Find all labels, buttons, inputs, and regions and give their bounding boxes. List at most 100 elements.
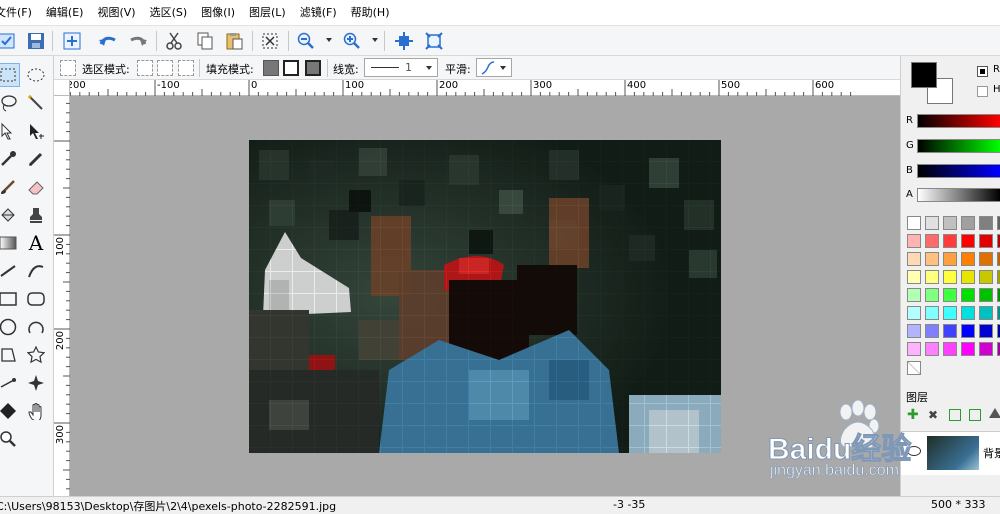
menu-item-1[interactable]: 编辑(E) — [39, 0, 91, 26]
paste-icon[interactable] — [222, 29, 246, 53]
palette-swatch[interactable] — [979, 306, 993, 320]
line-width-dropdown[interactable]: 1 — [364, 58, 438, 77]
menu-item-0[interactable]: 文件(F) — [0, 0, 39, 26]
zoom-in-dropdown-icon[interactable] — [372, 38, 378, 42]
palette-swatch[interactable] — [961, 270, 975, 284]
undo-icon[interactable] — [96, 29, 120, 53]
palette-swatch[interactable] — [907, 216, 921, 230]
rounded-rectangle-tool[interactable] — [24, 287, 48, 311]
gradient-tool[interactable] — [0, 231, 20, 255]
canvas-area[interactable] — [70, 96, 900, 496]
zoom-out-dropdown-icon[interactable] — [326, 38, 332, 42]
palette-swatch[interactable] — [925, 216, 939, 230]
clone-stamp-tool[interactable] — [24, 203, 48, 227]
text-tool[interactable]: A — [24, 231, 48, 255]
eye-icon[interactable] — [907, 446, 921, 456]
move-pixels-tool[interactable] — [24, 119, 48, 143]
palette-swatch[interactable] — [961, 306, 975, 320]
menu-item-4[interactable]: 图像(I) — [194, 0, 242, 26]
palette-swatch[interactable] — [979, 324, 993, 338]
outline-shape-icon[interactable] — [283, 60, 299, 76]
palette-swatch[interactable] — [907, 270, 921, 284]
palette-swatch[interactable] — [943, 252, 957, 266]
replace-mode-icon[interactable] — [137, 60, 153, 76]
palette-swatch[interactable] — [907, 252, 921, 266]
palette-swatch[interactable] — [979, 252, 993, 266]
cut-icon[interactable] — [162, 29, 186, 53]
palette-swatch[interactable] — [979, 288, 993, 302]
redo-icon[interactable] — [126, 29, 150, 53]
line-tool[interactable] — [0, 259, 20, 283]
pan-tool[interactable] — [24, 399, 48, 423]
actual-size-icon[interactable] — [422, 29, 446, 53]
layer-up-icon[interactable] — [989, 408, 1000, 418]
zoom-in-icon[interactable] — [340, 29, 364, 53]
alpha-channel-slider[interactable] — [917, 188, 1000, 202]
fill-shape-icon[interactable] — [263, 60, 279, 76]
ellipse-select-tool[interactable] — [24, 63, 48, 87]
palette-swatch[interactable] — [925, 288, 939, 302]
exclude-mode-icon[interactable] — [178, 60, 194, 76]
union-mode-icon[interactable] — [157, 60, 173, 76]
palette-swatch[interactable] — [961, 216, 975, 230]
palette-swatch[interactable] — [943, 234, 957, 248]
menu-item-5[interactable]: 图层(L) — [242, 0, 293, 26]
palette-swatch[interactable] — [943, 288, 957, 302]
menu-item-6[interactable]: 滤镜(F) — [293, 0, 344, 26]
add-layer-icon[interactable]: ✚ — [907, 408, 919, 422]
zoom-tool[interactable] — [0, 427, 20, 451]
freeform-shape-tool[interactable] — [24, 315, 48, 339]
polygon-tool[interactable] — [0, 343, 20, 367]
palette-swatch[interactable] — [943, 306, 957, 320]
color-picker-tool[interactable] — [0, 147, 20, 171]
palette-swatch[interactable] — [979, 342, 993, 356]
paintbrush-tool[interactable] — [0, 175, 20, 199]
palette-swatch[interactable] — [943, 270, 957, 284]
rectangle-select-tool[interactable] — [0, 63, 20, 87]
pencil-tool[interactable] — [24, 147, 48, 171]
ellipse-tool[interactable] — [0, 315, 20, 339]
palette-swatch[interactable] — [943, 324, 957, 338]
palette-swatch[interactable] — [961, 234, 975, 248]
crop-to-selection-icon[interactable] — [258, 29, 282, 53]
star-tool[interactable] — [24, 343, 48, 367]
palette-swatch[interactable] — [907, 324, 921, 338]
lasso-tool[interactable] — [0, 91, 20, 115]
menu-item-7[interactable]: 帮助(H) — [344, 0, 397, 26]
palette-swatch[interactable] — [961, 324, 975, 338]
palette-swatch[interactable] — [979, 234, 993, 248]
palette-swatch[interactable] — [961, 252, 975, 266]
palette-swatch[interactable] — [979, 270, 993, 284]
palette-swatch[interactable] — [961, 342, 975, 356]
palette-swatch[interactable] — [925, 306, 939, 320]
palette-swatch[interactable] — [925, 270, 939, 284]
menu-item-2[interactable]: 视图(V) — [90, 0, 142, 26]
diamond-shape-tool[interactable] — [0, 399, 20, 423]
palette-swatch[interactable] — [979, 216, 993, 230]
layer-row-background[interactable]: 背景 — [901, 431, 1000, 475]
delete-layer-icon[interactable]: ✖ — [928, 409, 940, 421]
arrow-line-tool[interactable] — [0, 371, 20, 395]
move-selection-tool[interactable] — [0, 119, 20, 143]
palette-swatch[interactable] — [907, 306, 921, 320]
palette-swatch[interactable] — [907, 342, 921, 356]
menu-item-3[interactable]: 选区(S) — [143, 0, 195, 26]
red-channel-slider[interactable] — [917, 114, 1000, 128]
green-channel-slider[interactable] — [917, 139, 1000, 153]
magic-wand-tool[interactable] — [24, 91, 48, 115]
palette-swatch[interactable] — [925, 252, 939, 266]
blue-channel-slider[interactable] — [917, 164, 1000, 178]
palette-swatch[interactable] — [943, 216, 957, 230]
smoothing-dropdown[interactable] — [476, 58, 512, 77]
new-image-icon[interactable] — [0, 29, 18, 53]
resize-canvas-icon[interactable] — [60, 29, 84, 53]
zoom-to-window-icon[interactable] — [392, 29, 416, 53]
palette-swatch[interactable] — [961, 288, 975, 302]
rectangle-tool[interactable] — [0, 287, 20, 311]
outline-fill-shape-icon[interactable] — [305, 60, 321, 76]
copy-icon[interactable] — [193, 29, 217, 53]
zoom-out-icon[interactable] — [294, 29, 318, 53]
merge-layer-icon[interactable] — [969, 409, 981, 421]
curve-tool[interactable] — [24, 259, 48, 283]
palette-swatch[interactable] — [925, 342, 939, 356]
